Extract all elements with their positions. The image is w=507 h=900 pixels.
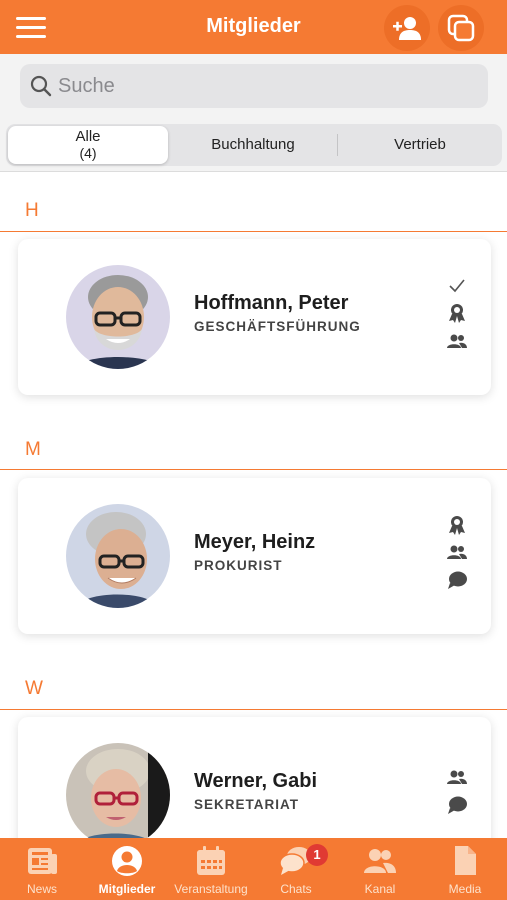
- nav-veranstaltung[interactable]: Veranstaltung: [169, 838, 253, 900]
- news-icon: [28, 848, 57, 874]
- award-icon: [449, 516, 465, 535]
- group-icon: [447, 770, 467, 784]
- chat-icon: [448, 571, 467, 589]
- nav-news[interactable]: News: [0, 838, 84, 900]
- filter-area: Alle (4) Buchhaltung Vertrieb: [0, 118, 507, 172]
- search-field[interactable]: [20, 64, 488, 108]
- tab-alle[interactable]: Alle (4): [8, 126, 168, 164]
- page-title: Mitglieder: [206, 15, 301, 37]
- avatar: [66, 743, 170, 847]
- search-icon: [30, 75, 52, 97]
- copy-icon: [447, 14, 475, 42]
- tab-label: Alle: [75, 128, 101, 145]
- check-icon: [449, 279, 465, 293]
- nav-media[interactable]: Media: [423, 838, 507, 900]
- add-member-button[interactable]: [384, 5, 430, 51]
- chat-icon: [448, 796, 467, 814]
- search-input[interactable]: [58, 70, 478, 102]
- chats-badge: 1: [306, 844, 328, 866]
- calendar-icon: [197, 846, 225, 875]
- member-name: Werner, Gabi: [194, 770, 318, 792]
- nav-kanal[interactable]: Kanal: [338, 838, 422, 900]
- award-icon: [449, 304, 465, 323]
- section-header-h: H: [25, 200, 39, 221]
- avatar: [66, 265, 170, 369]
- nav-label: Kanal: [364, 882, 396, 896]
- tab-label: Vertrieb: [394, 136, 446, 153]
- nav-label: News: [26, 882, 57, 896]
- app-header: Mitglieder: [0, 0, 507, 54]
- media-icon: [455, 846, 476, 875]
- tab-buchhaltung[interactable]: Buchhaltung: [172, 126, 334, 164]
- tab-count: (4): [79, 145, 97, 161]
- avatar: [66, 504, 170, 608]
- nav-label: Veranstaltung: [174, 882, 248, 896]
- member-name: Meyer, Heinz: [194, 531, 316, 553]
- copy-button[interactable]: [438, 5, 484, 51]
- section-divider: [0, 469, 507, 470]
- filter-segmented-control: Alle (4) Buchhaltung Vertrieb: [6, 124, 502, 166]
- member-role: SEKRETARIAT: [194, 797, 299, 812]
- member-card-hoffmann[interactable]: Hoffmann, Peter GESCHÄFTSFÜHRUNG: [18, 239, 491, 395]
- nav-mitglieder[interactable]: Mitglieder: [85, 838, 169, 900]
- member-name: Hoffmann, Peter: [194, 292, 349, 314]
- group-icon: [447, 545, 467, 559]
- add-person-icon: [393, 17, 421, 40]
- bottom-navigation: News Mitglieder Veranstaltung Chats Kana…: [0, 838, 507, 900]
- section-divider: [0, 231, 507, 232]
- tab-vertrieb[interactable]: Vertrieb: [340, 126, 500, 164]
- nav-label: Mitglieder: [98, 882, 156, 896]
- tab-label: Buchhaltung: [211, 136, 295, 153]
- member-icon: [112, 846, 142, 876]
- member-card-meyer[interactable]: Meyer, Heinz PROKURIST: [18, 478, 491, 634]
- channel-icon: [364, 849, 396, 873]
- nav-label: Media: [448, 882, 482, 896]
- member-role: PROKURIST: [194, 558, 283, 573]
- search-bar-area: [0, 54, 507, 118]
- group-icon: [447, 334, 467, 348]
- section-header-m: M: [25, 439, 41, 460]
- nav-label: Chats: [280, 882, 312, 896]
- tab-divider: [337, 134, 338, 156]
- section-divider: [0, 709, 507, 710]
- member-role: GESCHÄFTSFÜHRUNG: [194, 319, 361, 334]
- section-header-w: W: [25, 678, 43, 699]
